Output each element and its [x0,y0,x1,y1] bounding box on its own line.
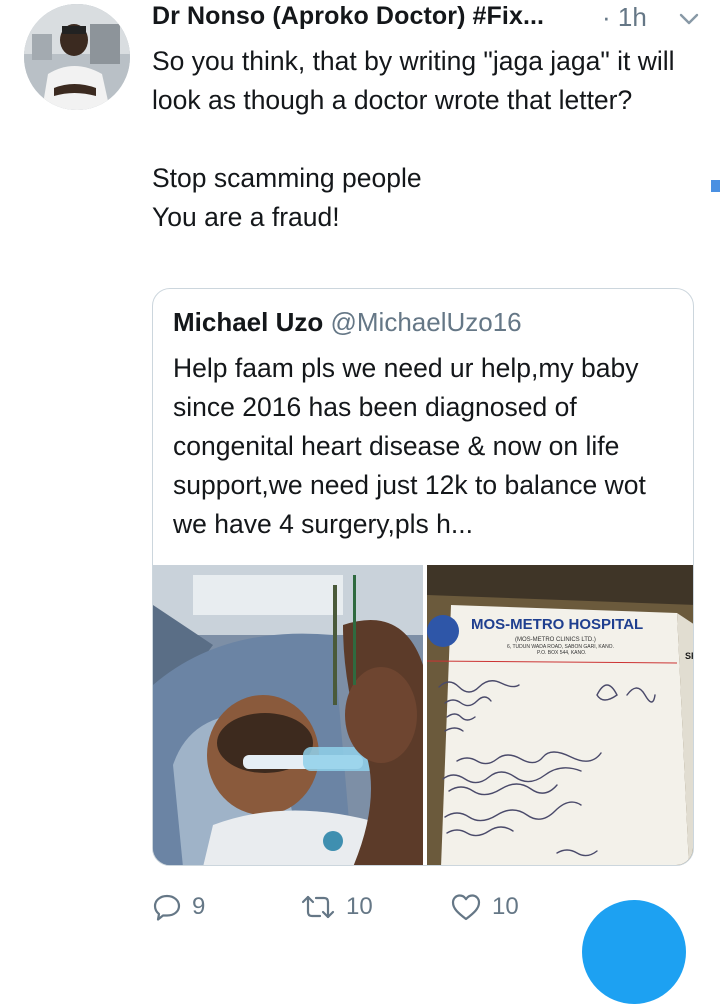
like-count: 10 [492,893,519,920]
quoted-tweet-header: Michael Uzo @MichaelUzo16 [173,307,522,338]
heart-icon [451,894,481,921]
compose-fab[interactable] [582,900,686,1004]
letter-subtitle: (MOS-METRO CLINICS LTD.) [515,637,596,643]
retweet-count: 10 [346,893,373,920]
letter-photo-illustration: MOS-METRO HOSPITAL (MOS-METRO CLINICS LT… [427,565,694,865]
quoted-photo-baby[interactable] [153,565,423,865]
scroll-indicator [711,180,720,192]
quoted-author-handle: @MichaelUzo16 [330,307,522,337]
tweet-text: So you think, that by writing "jaga jaga… [152,46,675,232]
baby-photo-illustration [153,565,423,865]
tweet-timestamp[interactable]: · 1h [602,2,647,33]
author-name[interactable]: Dr Nonso (Aproko Doctor) #Fix... [152,2,544,31]
avatar-photo [24,4,130,110]
tweet-header: Dr Nonso (Aproko Doctor) #Fix... · 1h [152,2,712,32]
reply-icon [153,894,181,921]
reply-count: 9 [192,893,206,920]
quoted-photo-letter[interactable]: MOS-METRO HOSPITAL (MOS-METRO CLINICS LT… [427,565,694,865]
avatar[interactable] [24,4,130,110]
retweet-button[interactable]: 10 [300,890,373,924]
quoted-tweet-text: Help faam pls we need ur help,my baby si… [173,353,646,539]
letter-hospital-name: MOS-METRO HOSPITAL [471,616,643,633]
retweet-icon [301,895,335,919]
quoted-author-name: Michael Uzo [173,307,324,337]
quoted-tweet[interactable]: Michael Uzo @MichaelUzo16 Help faam pls … [152,288,694,866]
reply-button[interactable]: 9 [152,890,205,924]
like-button[interactable]: 10 [450,890,519,924]
letter-address-line2: P.O. BOX 544, KANO. [537,650,586,656]
svg-text:SP: SP [685,651,694,661]
chevron-down-icon[interactable] [676,6,702,32]
